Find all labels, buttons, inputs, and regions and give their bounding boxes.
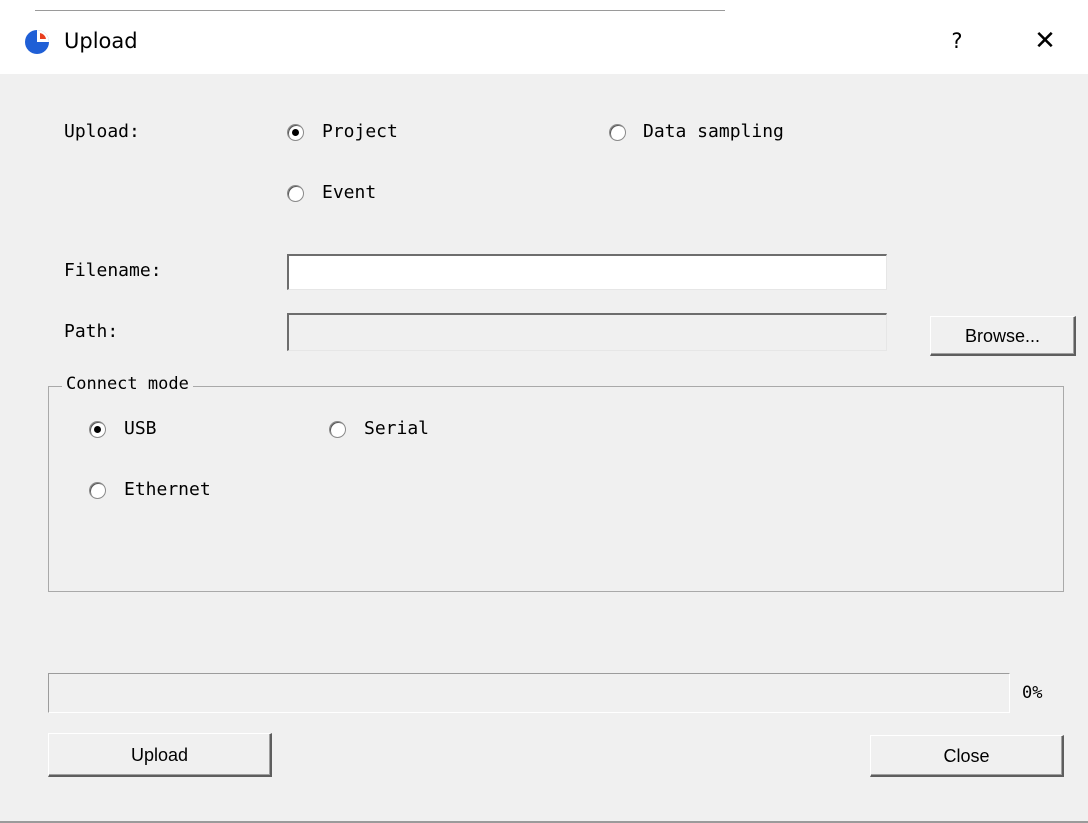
help-button[interactable]: ? [938, 22, 976, 60]
radio-ethernet[interactable] [89, 482, 106, 499]
progress-percent-text: 0% [1022, 683, 1043, 703]
path-input[interactable] [287, 313, 887, 351]
radio-selected-dot [292, 129, 299, 136]
path-label: Path: [64, 321, 119, 342]
browse-button[interactable]: Browse... [930, 316, 1076, 356]
radio-data-sampling-label[interactable]: Data sampling [643, 121, 784, 142]
window-title: Upload [64, 29, 138, 53]
close-window-button[interactable]: ✕ [1024, 22, 1066, 60]
radio-ethernet-label[interactable]: Ethernet [124, 479, 211, 500]
radio-data-sampling[interactable] [609, 124, 626, 141]
title-bar: Upload ? ✕ [0, 12, 1088, 74]
filename-input[interactable] [287, 254, 887, 290]
radio-usb[interactable] [89, 421, 106, 438]
connect-mode-legend: Connect mode [62, 374, 193, 394]
radio-event[interactable] [287, 185, 304, 202]
filename-label: Filename: [64, 260, 162, 281]
upload-button[interactable]: Upload [48, 733, 272, 777]
radio-selected-dot [94, 426, 101, 433]
upload-progress-bar [48, 673, 1010, 713]
window-top-edge [0, 0, 1088, 12]
radio-project-label[interactable]: Project [322, 121, 398, 142]
radio-project[interactable] [287, 124, 304, 141]
close-button[interactable]: Close [870, 735, 1064, 777]
app-logo-icon [24, 29, 50, 55]
radio-serial[interactable] [329, 421, 346, 438]
radio-serial-label[interactable]: Serial [364, 418, 429, 439]
upload-type-label: Upload: [64, 121, 140, 142]
upload-dialog: Upload ? ✕ Upload: Project Data sampling… [0, 0, 1088, 823]
radio-event-label[interactable]: Event [322, 182, 376, 203]
radio-usb-label[interactable]: USB [124, 418, 157, 439]
